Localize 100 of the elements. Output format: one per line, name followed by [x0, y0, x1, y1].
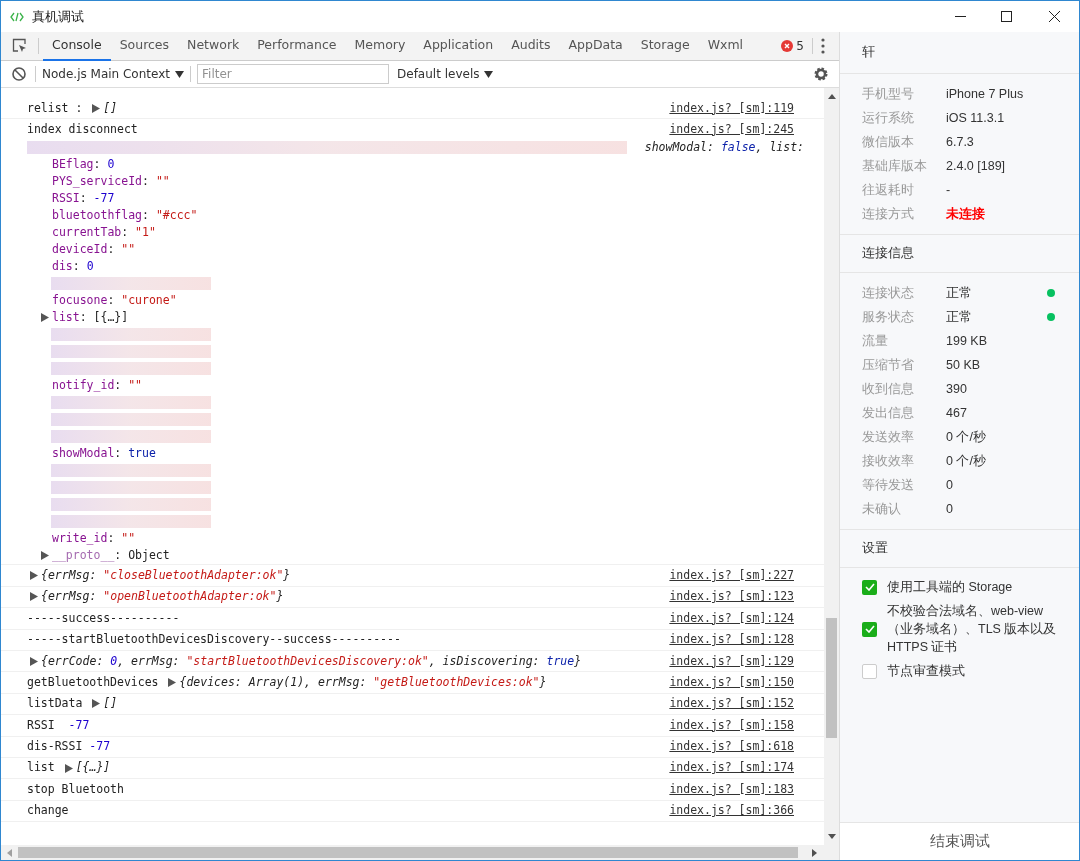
- devtools-tab[interactable]: Sources: [110, 31, 179, 61]
- devtools-tab[interactable]: Performance: [248, 31, 346, 61]
- info-value: iPhone 7 Plus: [946, 85, 1024, 103]
- info-value: 0 个/秒: [946, 428, 986, 446]
- log-text: getBluetoothDevices: [27, 673, 160, 691]
- log-text: []: [103, 99, 118, 117]
- source-link[interactable]: index.js? [sm]:183: [669, 780, 824, 799]
- info-label: 基础库版本: [862, 157, 928, 175]
- expand-icon[interactable]: [30, 592, 38, 602]
- object-property: deviceId: "": [52, 241, 136, 259]
- window-title: 真机调试: [32, 7, 84, 26]
- source-link[interactable]: index.js? [sm]:618: [669, 738, 824, 756]
- log-text: []: [103, 695, 118, 713]
- info-label: 等待发送: [862, 476, 915, 494]
- filter-field[interactable]: Filter: [197, 64, 389, 84]
- log-text: -----success----------: [27, 609, 180, 627]
- info-value: 199 KB: [946, 332, 987, 350]
- scroll-right-icon[interactable]: [812, 848, 817, 857]
- log-text: [{…}]: [75, 759, 111, 777]
- info-value: 50 KB: [946, 356, 981, 374]
- more-icon[interactable]: [821, 38, 825, 54]
- expand-icon[interactable]: [64, 763, 73, 773]
- log-text: stop Bluetooth: [27, 780, 124, 798]
- device-name: 轩: [862, 44, 875, 62]
- log-text: RSSI -77: [27, 716, 90, 734]
- source-link[interactable]: index.js? [sm]:128: [669, 631, 824, 649]
- log-text: change: [27, 802, 69, 820]
- log-text: listData: [27, 695, 84, 713]
- info-value: 正常: [946, 308, 972, 326]
- devtools-tab[interactable]: Wxml: [698, 31, 753, 61]
- info-value: 0: [946, 500, 953, 518]
- expand-icon[interactable]: [41, 313, 49, 323]
- source-link[interactable]: index.js? [sm]:174: [669, 759, 824, 777]
- info-label: 收到信息: [862, 380, 915, 398]
- source-link[interactable]: index.js? [sm]:245: [669, 120, 824, 138]
- end-debug-button[interactable]: 结束调试: [840, 822, 1079, 860]
- source-link[interactable]: index.js? [sm]:129: [669, 652, 824, 670]
- context-dropdown[interactable]: Node.js Main Context: [42, 65, 184, 83]
- source-link[interactable]: index.js? [sm]:124: [669, 609, 824, 627]
- option-label: 不校验合法域名、web-view（业务域名）、TLS 版本以及 HTTPS 证书: [887, 603, 1057, 656]
- object-property: __proto__: Object: [52, 547, 170, 565]
- log-text: -----startBluetoothDevicesDiscovery--success----------: [27, 631, 401, 649]
- object-property: showModal: true: [52, 445, 156, 463]
- source-link[interactable]: index.js? [sm]:227: [669, 566, 824, 585]
- close-icon: [1048, 11, 1060, 22]
- expand-icon[interactable]: [30, 656, 38, 666]
- checkbox[interactable]: [862, 663, 877, 679]
- expand-icon[interactable]: [168, 678, 177, 688]
- info-label: 发出信息: [862, 404, 915, 422]
- devtools-tab[interactable]: Console: [43, 31, 111, 61]
- log-text: list: [27, 759, 56, 777]
- settings-icon[interactable]: [813, 66, 829, 82]
- checkbox[interactable]: [862, 621, 877, 637]
- checkbox[interactable]: [862, 579, 877, 595]
- source-link[interactable]: index.js? [sm]:152: [669, 695, 824, 713]
- source-link[interactable]: index.js? [sm]:119: [669, 99, 824, 117]
- devtools-tab[interactable]: Memory: [345, 31, 415, 61]
- info-value: -: [946, 181, 951, 199]
- section-title: 连接信息: [862, 245, 914, 263]
- minimize-icon: [954, 16, 966, 17]
- info-value: 6.7.3: [946, 133, 974, 151]
- source-link[interactable]: index.js? [sm]:150: [669, 673, 824, 692]
- error-count[interactable]: 5: [796, 37, 804, 55]
- info-value: 0: [946, 476, 953, 494]
- levels-dropdown[interactable]: Default levels: [397, 65, 494, 83]
- info-label: 服务状态: [862, 308, 915, 326]
- expand-icon[interactable]: [92, 103, 101, 113]
- check-icon: [864, 625, 875, 633]
- info-value: iOS 11.3.1: [946, 109, 1005, 127]
- scroll-down-icon[interactable]: [827, 834, 836, 839]
- info-value: 0 个/秒: [946, 452, 986, 470]
- section-title: 设置: [862, 540, 888, 558]
- devtools-tab[interactable]: Network: [178, 31, 249, 61]
- object-property: list: [{…}]: [52, 309, 129, 327]
- devtools-tab[interactable]: Application: [414, 31, 503, 61]
- object-property: bluetoothflag: "#ccc": [52, 207, 198, 225]
- info-label: 连接方式: [862, 205, 915, 223]
- info-label: 运行系统: [862, 109, 915, 127]
- source-link[interactable]: index.js? [sm]:123: [669, 588, 824, 606]
- log-text: {devices: Array(1), errMsg: "getBluetoothDevices:ok"}: [179, 673, 547, 691]
- log-text: {errMsg: "openBluetoothAdapter:ok"}: [41, 588, 284, 606]
- info-value: 未连接: [946, 205, 985, 223]
- inspect-icon[interactable]: [12, 38, 28, 54]
- expand-icon[interactable]: [92, 699, 101, 709]
- source-link[interactable]: index.js? [sm]:158: [669, 716, 824, 734]
- source-link[interactable]: index.js? [sm]:366: [669, 802, 824, 820]
- info-label: 往返耗时: [862, 181, 915, 199]
- scroll-up-icon[interactable]: [827, 94, 836, 99]
- info-value: 2.4.0 [189]: [946, 157, 1006, 175]
- object-property: RSSI: -77: [52, 190, 115, 208]
- devtools-tab[interactable]: Audits: [502, 31, 560, 61]
- clear-icon[interactable]: [12, 67, 26, 81]
- devtools-tab[interactable]: AppData: [559, 31, 632, 61]
- log-text: index disconnect: [27, 120, 138, 138]
- devtools-tab[interactable]: Storage: [631, 31, 699, 61]
- object-preview: showModal: false, list:: [644, 139, 805, 157]
- info-value: 正常: [946, 284, 972, 302]
- vertical-scrollbar[interactable]: [824, 88, 839, 845]
- code-icon: [10, 11, 24, 22]
- log-text: relist :: [27, 99, 84, 117]
